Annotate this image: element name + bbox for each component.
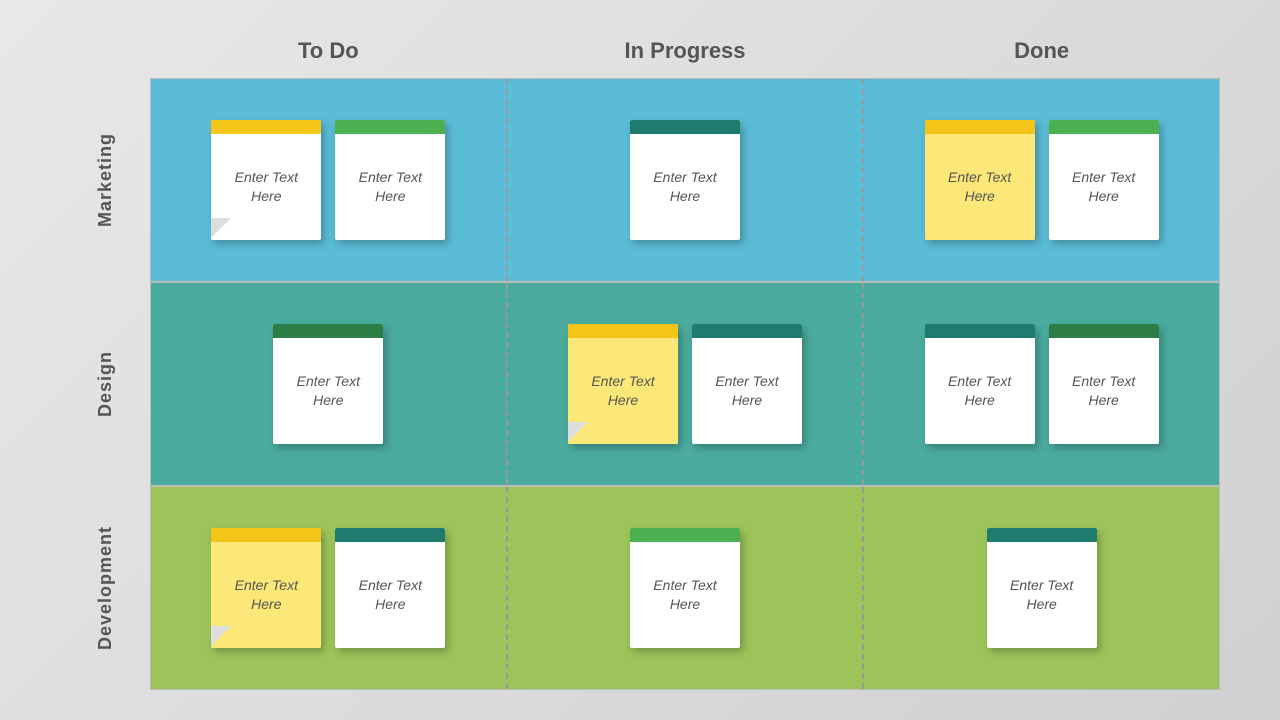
row-labels: Marketing Design Development [60,78,150,690]
note-text: Enter Text Here [1057,372,1151,410]
note-body: Enter Text Here [692,338,802,444]
note-text: Enter Text Here [343,576,437,614]
note-body: Enter Text Here [630,542,740,648]
development-label: Development [95,526,116,650]
note-tab [630,528,740,542]
col-inprogress-label: In Progress [624,38,745,63]
note-body: Enter Text Here [987,542,1097,648]
row-design: Enter Text Here Enter Text Here [151,283,1219,487]
note-text: Enter Text Here [933,372,1027,410]
note-body: Enter Text Here [568,338,678,444]
note-body: Enter Text Here [925,134,1035,240]
col-header-done: Done [863,30,1220,74]
note-tab [925,324,1035,338]
design-label: Design [95,351,116,417]
col-header-todo: To Do [150,30,507,74]
note-text: Enter Text Here [576,372,670,410]
note-text: Enter Text Here [1057,168,1151,206]
note-tab [335,120,445,134]
cell-development-done: Enter Text Here [864,487,1219,689]
note-tab [211,528,321,542]
note[interactable]: Enter Text Here [568,324,678,444]
row-marketing: Enter Text Here Enter Text Here [151,79,1219,283]
note-body: Enter Text Here [335,134,445,240]
note-text: Enter Text Here [281,372,375,410]
note-body: Enter Text Here [630,134,740,240]
cell-design-done: Enter Text Here Enter Text Here [864,283,1219,485]
note[interactable]: Enter Text Here [925,324,1035,444]
kanban-grid: Enter Text Here Enter Text Here [150,78,1220,690]
note-tab [1049,120,1159,134]
kanban-board: To Do In Progress Done Marketing Design … [60,30,1220,690]
note[interactable]: Enter Text Here [211,528,321,648]
note-body: Enter Text Here [1049,338,1159,444]
col-done-label: Done [1014,38,1069,63]
note-tab [630,120,740,134]
cell-development-todo: Enter Text Here Enter Text Here [151,487,508,689]
note-tab [692,324,802,338]
column-headers: To Do In Progress Done [150,30,1220,74]
row-label-development: Development [60,486,150,690]
note[interactable]: Enter Text Here [1049,120,1159,240]
note[interactable]: Enter Text Here [987,528,1097,648]
note-tab [1049,324,1159,338]
note-body: Enter Text Here [925,338,1035,444]
cell-marketing-todo: Enter Text Here Enter Text Here [151,79,508,281]
note[interactable]: Enter Text Here [335,528,445,648]
note-body: Enter Text Here [335,542,445,648]
note-body: Enter Text Here [211,542,321,648]
cell-design-inprogress: Enter Text Here Enter Text Here [508,283,865,485]
note[interactable]: Enter Text Here [925,120,1035,240]
note-text: Enter Text Here [219,576,313,614]
note-tab [987,528,1097,542]
note-text: Enter Text Here [638,576,732,614]
row-label-marketing: Marketing [60,78,150,282]
note[interactable]: Enter Text Here [273,324,383,444]
note-tab [273,324,383,338]
note-tab [335,528,445,542]
note-text: Enter Text Here [219,168,313,206]
note-body: Enter Text Here [1049,134,1159,240]
cell-marketing-inprogress: Enter Text Here [508,79,865,281]
note[interactable]: Enter Text Here [630,528,740,648]
col-todo-label: To Do [298,38,359,63]
note[interactable]: Enter Text Here [211,120,321,240]
note-tab [211,120,321,134]
cell-marketing-done: Enter Text Here Enter Text Here [864,79,1219,281]
board-body: Marketing Design Development Enter Text … [60,78,1220,690]
note-body: Enter Text Here [211,134,321,240]
note-text: Enter Text Here [700,372,794,410]
col-header-inprogress: In Progress [507,30,864,74]
note-text: Enter Text Here [343,168,437,206]
note[interactable]: Enter Text Here [692,324,802,444]
marketing-label: Marketing [95,133,116,227]
note[interactable]: Enter Text Here [1049,324,1159,444]
note-text: Enter Text Here [638,168,732,206]
note-tab [568,324,678,338]
note[interactable]: Enter Text Here [630,120,740,240]
row-development: Enter Text Here Enter Text Here [151,487,1219,689]
note-tab [925,120,1035,134]
note-body: Enter Text Here [273,338,383,444]
row-label-design: Design [60,282,150,486]
cell-design-todo: Enter Text Here [151,283,508,485]
note-text: Enter Text Here [933,168,1027,206]
note-text: Enter Text Here [995,576,1089,614]
cell-development-inprogress: Enter Text Here [508,487,865,689]
note[interactable]: Enter Text Here [335,120,445,240]
